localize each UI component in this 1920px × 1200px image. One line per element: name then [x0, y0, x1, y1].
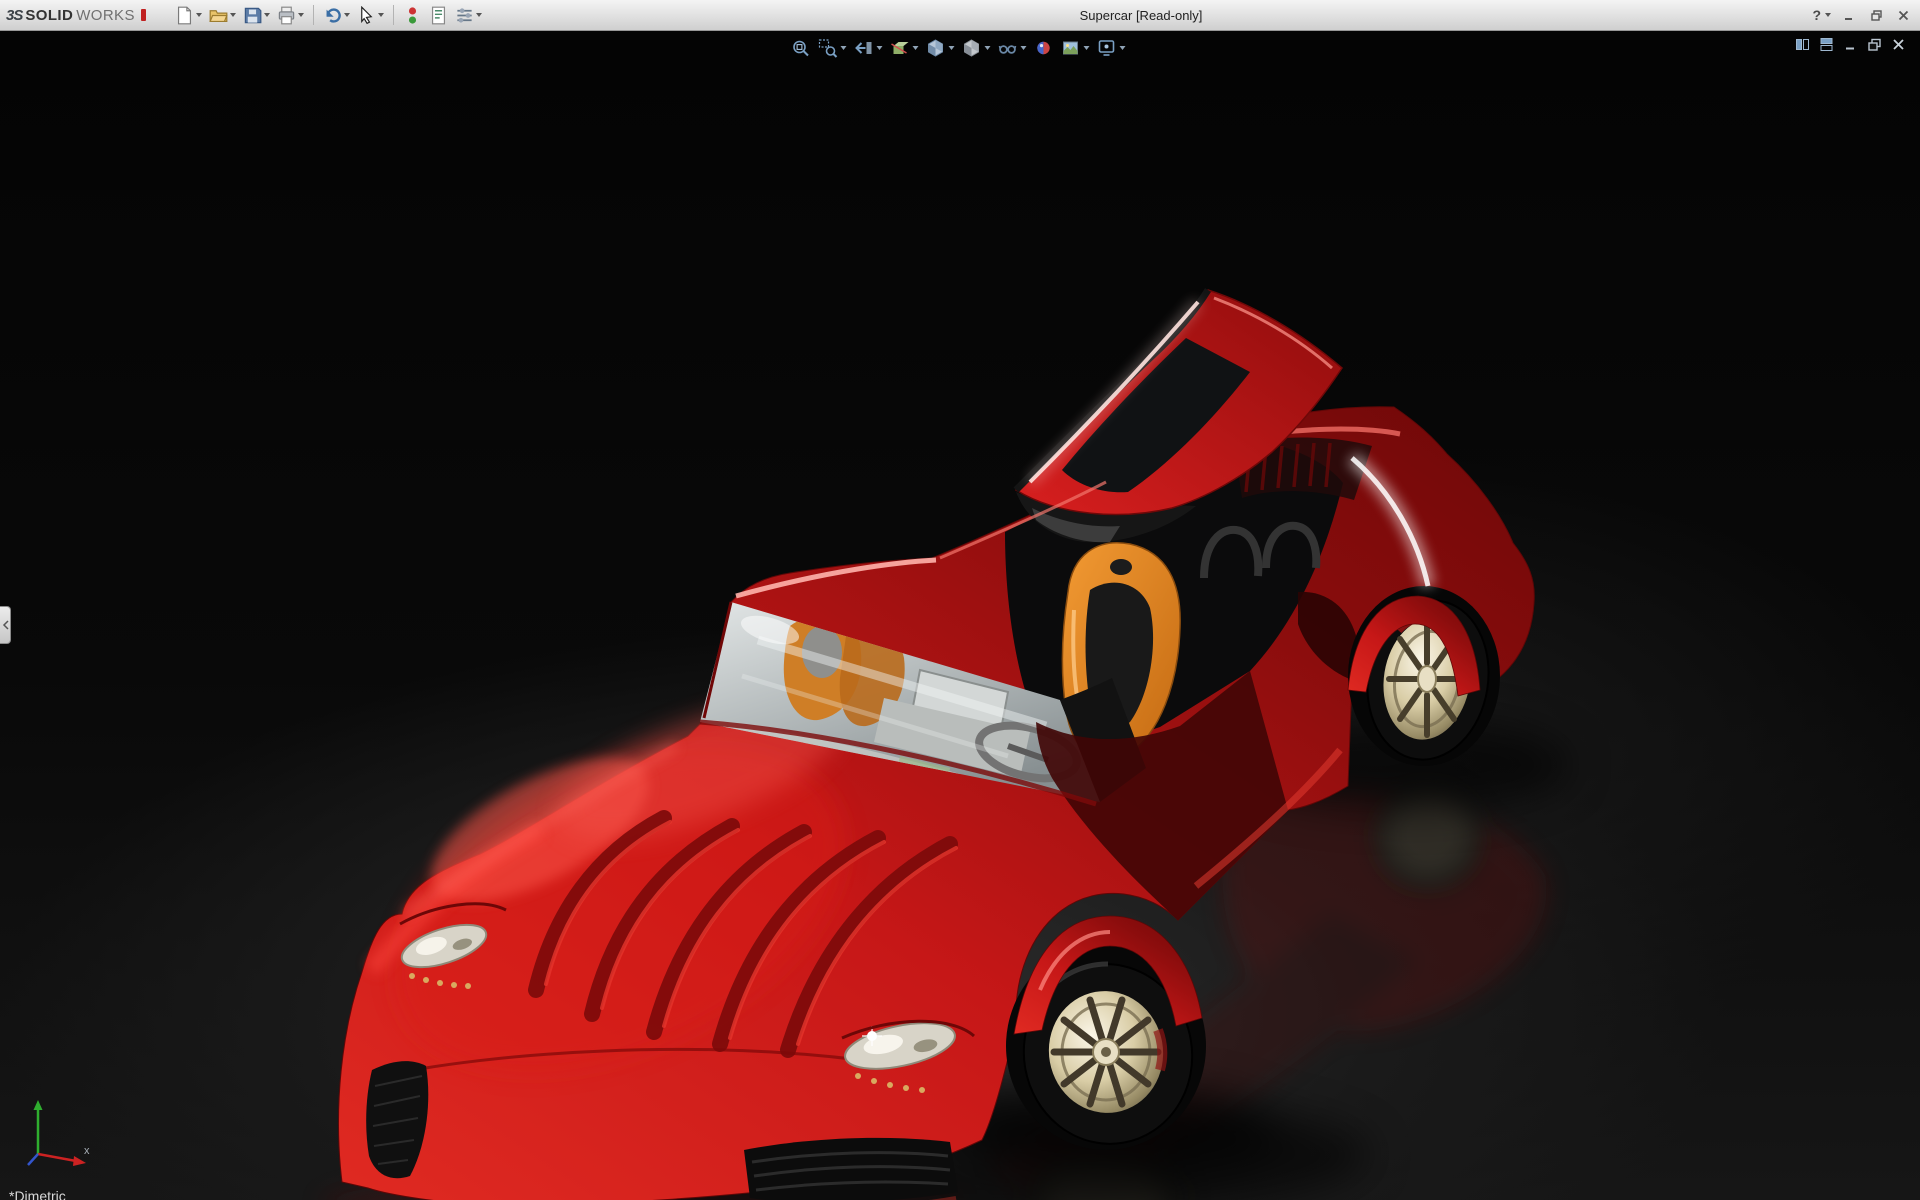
minimize-app-button[interactable]: [1840, 6, 1858, 24]
view-settings-button[interactable]: [1095, 36, 1128, 60]
view-orientation-caret[interactable]: [949, 46, 955, 50]
expand-panel-icon: [2, 620, 9, 630]
save-floppy-icon: [243, 6, 262, 25]
edit-appearance-button[interactable]: [1032, 36, 1056, 60]
apply-scene-caret[interactable]: [1084, 46, 1090, 50]
z-axis-arrow[interactable]: [28, 1154, 38, 1165]
view-orientation-label: *Dimetric: [9, 1188, 66, 1200]
previous-view-button[interactable]: [852, 36, 885, 60]
display-style-button[interactable]: [960, 36, 993, 60]
restore-app-button[interactable]: [1867, 6, 1885, 24]
zoom-to-area-button[interactable]: [816, 36, 849, 60]
print-caret[interactable]: [298, 13, 304, 17]
print-icon: [277, 6, 296, 25]
zoom-to-fit-icon: [791, 38, 811, 58]
rebuild-button[interactable]: [400, 3, 425, 27]
file-properties-icon: [429, 6, 448, 25]
apply-scene-button[interactable]: [1059, 36, 1092, 60]
window-title: Supercar [Read-only]: [1080, 8, 1203, 23]
view-orientation-button[interactable]: [924, 36, 957, 60]
previous-view-caret[interactable]: [877, 46, 883, 50]
new-document-icon: [175, 6, 194, 25]
x-axis-label: x: [84, 1145, 90, 1157]
print-button[interactable]: [274, 3, 307, 27]
rebuild-icon: [403, 6, 422, 25]
undo-icon: [323, 6, 342, 25]
tile-vertical-button[interactable]: [1795, 37, 1810, 52]
brand-works: WORKS: [76, 7, 135, 24]
window-controls: ?: [1812, 0, 1912, 30]
options-caret[interactable]: [476, 13, 482, 17]
solidworks-logo: 3S SOLIDWORKS: [0, 0, 154, 30]
save-caret[interactable]: [264, 13, 270, 17]
zoom-to-area-icon: [818, 38, 838, 58]
x-axis-arrow[interactable]: [73, 1156, 86, 1166]
close-app-button[interactable]: [1894, 6, 1912, 24]
file-properties-button[interactable]: [426, 3, 451, 27]
display-style-icon: [962, 38, 982, 58]
view-settings-icon: [1097, 38, 1117, 58]
display-style-caret[interactable]: [985, 46, 991, 50]
reference-triad[interactable]: x: [20, 1096, 100, 1172]
restore-doc-button[interactable]: [1867, 37, 1882, 52]
help-label: ?: [1812, 7, 1821, 23]
section-view-button[interactable]: [888, 36, 921, 60]
tile-horizontal-icon: [1819, 37, 1834, 52]
tile-vertical-icon: [1795, 37, 1810, 52]
new-caret[interactable]: [196, 13, 202, 17]
restore-icon: [1870, 9, 1883, 22]
toolbar-separator: [313, 5, 314, 25]
3ds-logo-icon: 3S: [6, 7, 22, 24]
options-sliders-icon: [455, 6, 474, 25]
view-orientation-cube-icon: [926, 38, 946, 58]
y-axis-arrow[interactable]: [34, 1100, 43, 1110]
document-window-controls: [1795, 37, 1906, 52]
new-button[interactable]: [172, 3, 205, 27]
previous-view-icon: [854, 38, 874, 58]
close-doc-icon: [1891, 37, 1906, 52]
minimize-icon: [1843, 9, 1856, 22]
edit-appearance-ball-icon: [1034, 38, 1054, 58]
open-caret[interactable]: [230, 13, 236, 17]
heads-up-view-toolbar: [789, 36, 1128, 60]
options-button[interactable]: [452, 3, 485, 27]
help-caret[interactable]: [1825, 13, 1831, 17]
section-view-icon: [890, 38, 910, 58]
toolbar-separator: [393, 5, 394, 25]
tile-horizontal-button[interactable]: [1819, 37, 1834, 52]
select-cursor-icon: [357, 6, 376, 25]
section-view-caret[interactable]: [913, 46, 919, 50]
select-caret[interactable]: [378, 13, 384, 17]
minimize-doc-button[interactable]: [1843, 37, 1858, 52]
brand-solid: SOLID: [25, 7, 73, 24]
minimize-doc-icon: [1843, 37, 1858, 52]
help-button[interactable]: ?: [1812, 7, 1831, 23]
supercar-model[interactable]: [0, 30, 1920, 1200]
apply-scene-icon: [1061, 38, 1081, 58]
hide-show-items-button[interactable]: [996, 36, 1029, 60]
open-folder-icon: [209, 6, 228, 25]
zoom-to-fit-button[interactable]: [789, 36, 813, 60]
featuremanager-collapsed-tab[interactable]: [0, 606, 11, 644]
undo-button[interactable]: [320, 3, 353, 27]
titlebar: 3S SOLIDWORKS: [0, 0, 1920, 31]
restore-doc-icon: [1867, 37, 1882, 52]
close-icon: [1897, 9, 1910, 22]
close-doc-button[interactable]: [1891, 37, 1906, 52]
select-button[interactable]: [354, 3, 387, 27]
hide-show-items-caret[interactable]: [1021, 46, 1027, 50]
undo-caret[interactable]: [344, 13, 350, 17]
view-settings-caret[interactable]: [1120, 46, 1126, 50]
hide-show-glasses-icon: [998, 38, 1018, 58]
open-button[interactable]: [206, 3, 239, 27]
graphics-area[interactable]: x *Dimetric: [0, 30, 1920, 1200]
save-button[interactable]: [240, 3, 273, 27]
zoom-to-area-caret[interactable]: [841, 46, 847, 50]
brand-accent: [141, 9, 146, 21]
main-toolbar: [172, 3, 485, 27]
